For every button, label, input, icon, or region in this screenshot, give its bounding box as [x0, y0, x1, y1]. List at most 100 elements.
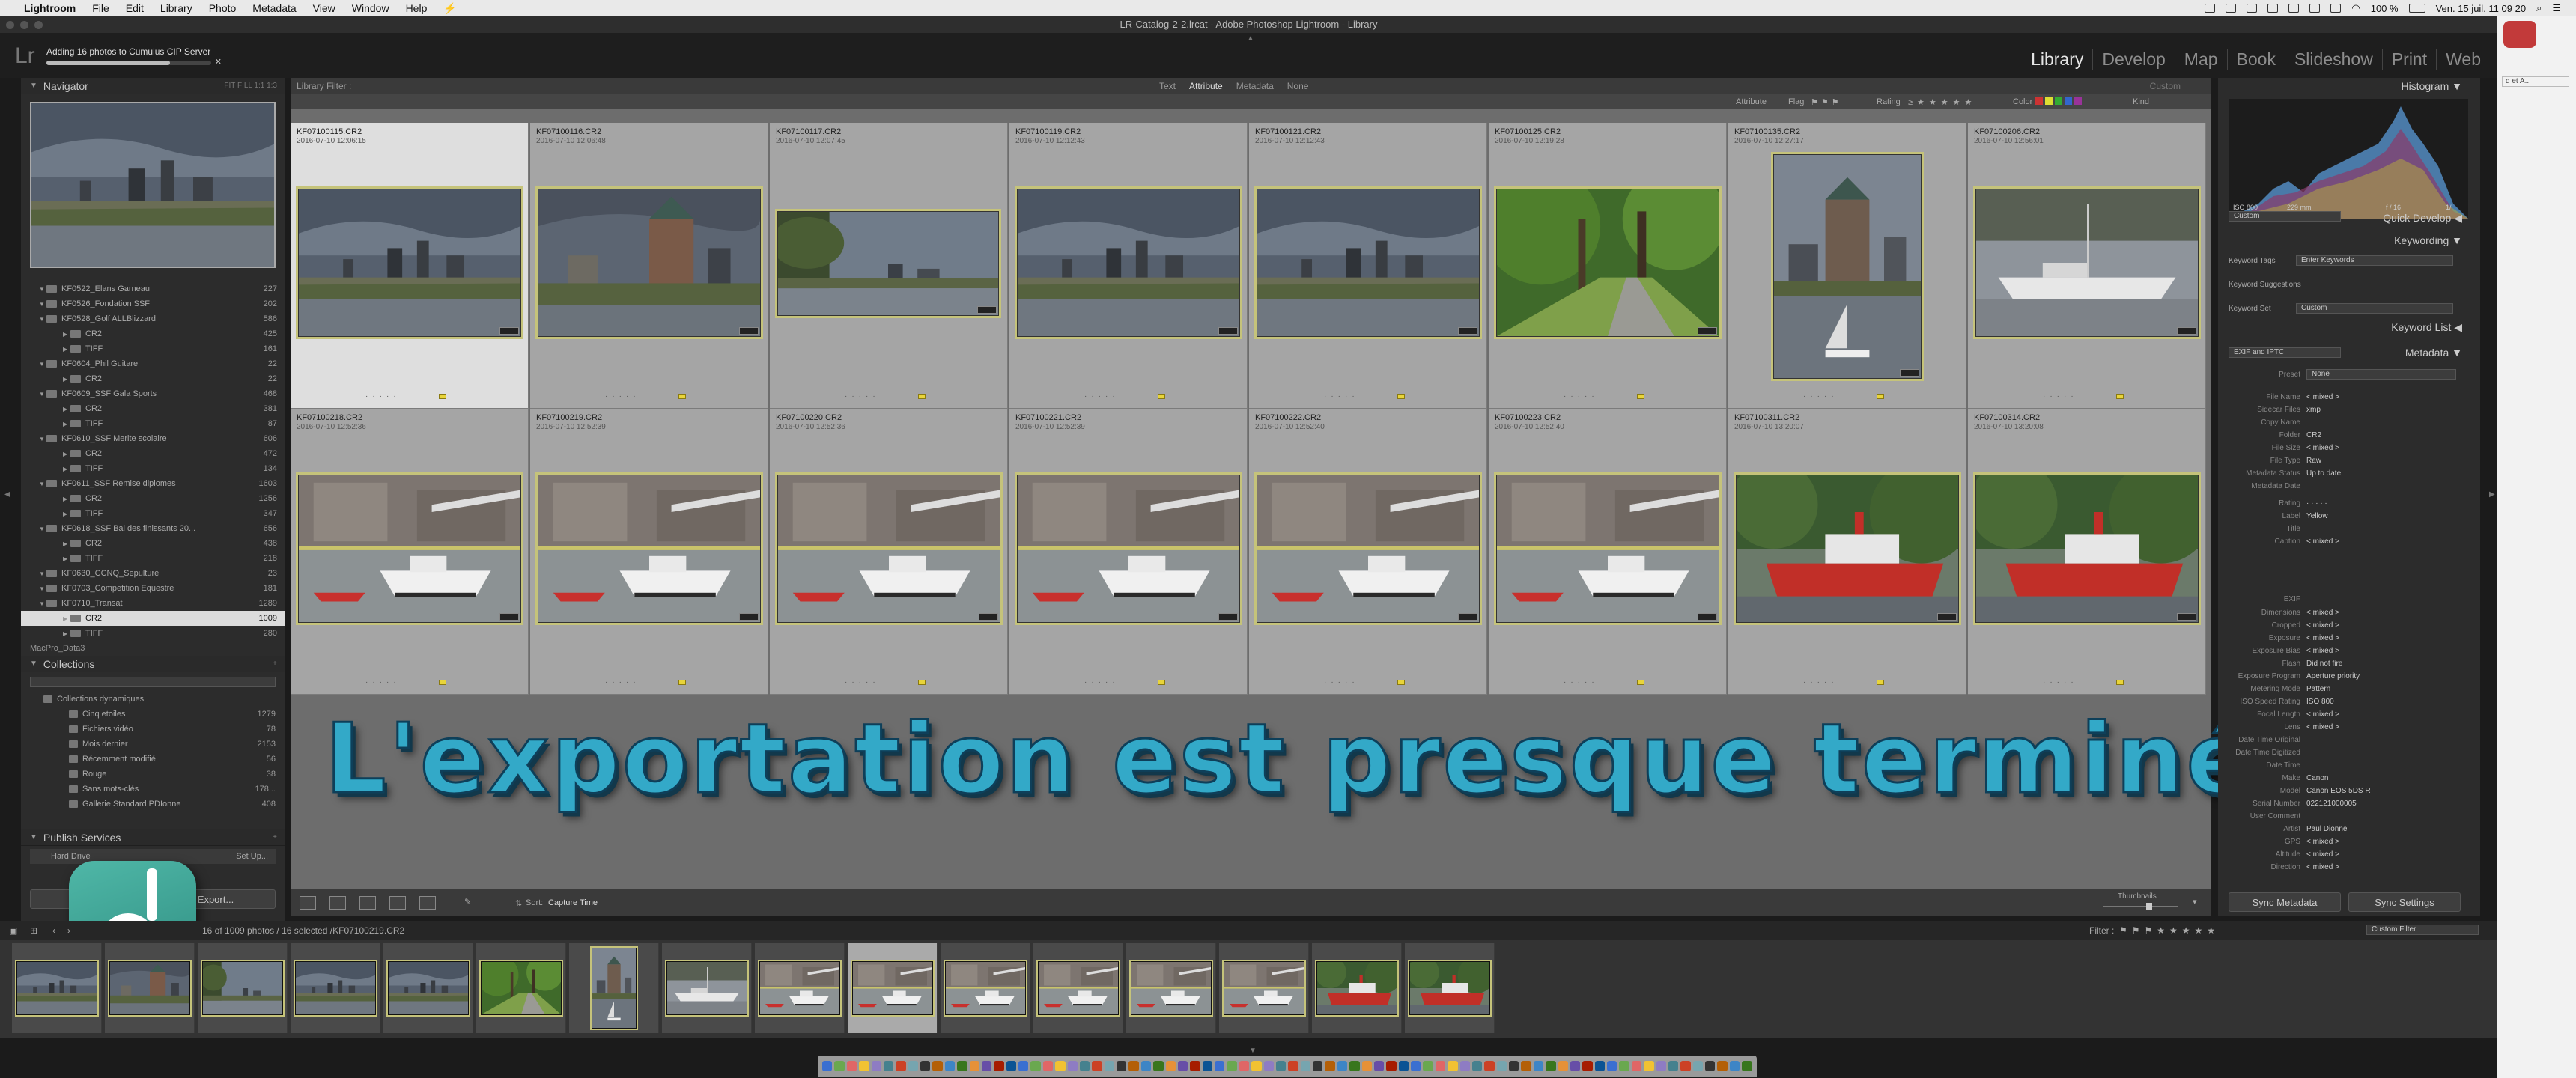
folder-row[interactable]: ▶ CR2 1009: [21, 611, 285, 626]
color-label-swatch[interactable]: [1397, 680, 1405, 685]
collection-row[interactable]: Collections dynamiques: [21, 692, 285, 707]
dock-app-icon[interactable]: [834, 1061, 845, 1071]
grid-cell[interactable]: KF07100221.CR2 2016-07-10 12:52:39 ·····: [1009, 409, 1248, 695]
second-window-icon[interactable]: ▣: [9, 925, 17, 936]
cancel-task-icon[interactable]: ✕: [215, 57, 222, 67]
metadata-badge-icon[interactable]: [1458, 613, 1477, 621]
folder-row[interactable]: ▼ KF0710_Transat 1289: [21, 596, 285, 611]
grid-cell[interactable]: KF07100222.CR2 2016-07-10 12:52:40 ·····: [1249, 409, 1487, 695]
filter-tab-text[interactable]: Text: [1159, 81, 1176, 91]
painter-icon[interactable]: ✎: [464, 897, 471, 907]
grid-cell[interactable]: KF07100121.CR2 2016-07-10 12:12:43 ·····: [1249, 123, 1487, 409]
metadata-value[interactable]: ISO 800: [2306, 698, 2334, 706]
rating-dots[interactable]: ·····: [365, 392, 401, 401]
dock-app-icon[interactable]: [1386, 1061, 1397, 1071]
dock-app-icon[interactable]: [883, 1061, 894, 1071]
dock-app-icon[interactable]: [1411, 1061, 1421, 1071]
dock-app-icon[interactable]: [1361, 1061, 1372, 1071]
minimize-window-button[interactable]: [20, 21, 28, 29]
metadata-value[interactable]: < mixed >: [2306, 850, 2339, 859]
rating-dots[interactable]: ·····: [605, 678, 640, 686]
metadata-value[interactable]: Paul Dionne: [2306, 825, 2347, 833]
photo-thumbnail[interactable]: [1257, 189, 1480, 337]
dock-app-icon[interactable]: [1692, 1061, 1703, 1071]
filmstrip-cell[interactable]: [1219, 943, 1309, 1033]
dock-app-icon[interactable]: [957, 1061, 967, 1071]
dock-app-icon[interactable]: [1349, 1061, 1360, 1071]
rating-filter-stars[interactable]: ≥★★★★★: [1908, 97, 1976, 107]
dock-app-icon[interactable]: [1717, 1061, 1728, 1071]
slider-handle[interactable]: [2146, 903, 2152, 910]
dock-app-icon[interactable]: [1239, 1061, 1250, 1071]
dock-app-icon[interactable]: [896, 1061, 906, 1071]
dock-app-icon[interactable]: [1140, 1061, 1152, 1071]
collection-row[interactable]: Cinq etoiles 1279: [21, 707, 285, 722]
rating-dots[interactable]: ·····: [1324, 392, 1359, 401]
rating-dots[interactable]: ·····: [1564, 678, 1599, 686]
photo-thumbnail[interactable]: [777, 475, 1000, 623]
photo-thumbnail[interactable]: [1496, 475, 1719, 623]
collapse-right-panel-icon[interactable]: ▶: [2489, 490, 2495, 499]
dock-app-icon[interactable]: [1558, 1061, 1568, 1071]
metadata-value[interactable]: Did not fire: [2306, 660, 2342, 668]
dock-app-icon[interactable]: [1607, 1061, 1617, 1071]
grid-cell[interactable]: KF07100220.CR2 2016-07-10 12:52:36 ·····: [770, 409, 1008, 695]
navigator-preview[interactable]: [30, 102, 276, 268]
folder-row[interactable]: ▼ KF0611_SSF Remise diplomes 1603: [21, 476, 285, 491]
collection-row[interactable]: Sans mots-clés 178...: [21, 782, 285, 797]
folder-row[interactable]: ▶ TIFF 280: [21, 626, 285, 641]
dock-app-icon[interactable]: [1680, 1061, 1691, 1071]
rating-dots[interactable]: ·····: [1084, 392, 1120, 401]
background-window-field[interactable]: d et A...: [2502, 76, 2569, 87]
metadata-value[interactable]: < mixed >: [2306, 647, 2339, 655]
disclosure-triangle-icon[interactable]: ▼: [39, 316, 46, 323]
dock-app-icon[interactable]: [1079, 1061, 1090, 1071]
folder-row[interactable]: ▼ KF0630_CCNQ_Sepulture 23: [21, 566, 285, 581]
dock-app-icon[interactable]: [1055, 1061, 1066, 1071]
filter-tab-none[interactable]: None: [1287, 81, 1309, 91]
color-label-swatch[interactable]: [439, 680, 446, 685]
disclosure-triangle-icon[interactable]: ▶: [63, 421, 70, 427]
metadata-value[interactable]: < mixed >: [2306, 838, 2339, 846]
dock-app-icon[interactable]: [1742, 1061, 1752, 1071]
disclosure-triangle-icon[interactable]: ▶: [63, 540, 70, 547]
color-label-swatch[interactable]: [439, 394, 446, 399]
metadata-value[interactable]: Raw: [2306, 457, 2321, 465]
grid-cell[interactable]: KF07100219.CR2 2016-07-10 12:52:39 ·····: [530, 409, 768, 695]
collapse-triangle-icon[interactable]: ▼: [30, 82, 37, 90]
dock-app-icon[interactable]: [1594, 1061, 1605, 1071]
rating-dots[interactable]: ·····: [1803, 392, 1838, 401]
rating-dots[interactable]: ·····: [845, 392, 880, 401]
filmstrip-thumbnail[interactable]: [666, 961, 747, 1015]
photo-thumbnail[interactable]: [1017, 475, 1240, 623]
dock-app-icon[interactable]: [1582, 1061, 1593, 1071]
menu-help[interactable]: Help: [406, 2, 428, 14]
photo-thumbnail[interactable]: [298, 475, 521, 623]
filmstrip-cell[interactable]: [755, 943, 845, 1033]
histogram[interactable]: ISO 800 229 mm f / 16 1/: [2229, 99, 2468, 219]
metadata-value[interactable]: < mixed >: [2306, 538, 2339, 546]
filmstrip-thumbnail[interactable]: [295, 961, 376, 1015]
dock-app-icon[interactable]: [1398, 1061, 1409, 1071]
dock-app-icon[interactable]: [1521, 1061, 1531, 1071]
close-window-button[interactable]: [6, 21, 14, 29]
collection-filter-field[interactable]: [30, 677, 276, 687]
dock-app-icon[interactable]: [1227, 1061, 1237, 1071]
filter-tab-attribute[interactable]: Attribute: [1189, 81, 1223, 91]
wifi-icon[interactable]: ◠: [2351, 2, 2360, 14]
filmstrip-thumbnail[interactable]: [481, 961, 562, 1015]
back-arrow-icon[interactable]: ‹: [52, 925, 55, 936]
photo-thumbnail[interactable]: [538, 475, 761, 623]
disclosure-triangle-icon[interactable]: ▶: [63, 511, 70, 517]
rating-dots[interactable]: ·····: [605, 392, 640, 401]
filmstrip-cell[interactable]: [1312, 943, 1402, 1033]
filmstrip-cell[interactable]: [383, 943, 473, 1033]
photo-thumbnail[interactable]: [538, 189, 761, 337]
dock-app-icon[interactable]: [1117, 1061, 1127, 1071]
dock-app-icon[interactable]: [1030, 1061, 1041, 1071]
module-book[interactable]: Book: [2226, 49, 2285, 70]
dock-app-icon[interactable]: [1128, 1061, 1139, 1071]
dock-app-icon[interactable]: [1263, 1061, 1274, 1071]
collapse-triangle-icon[interactable]: ▼: [30, 833, 37, 841]
dock-app-icon[interactable]: [1313, 1061, 1323, 1071]
